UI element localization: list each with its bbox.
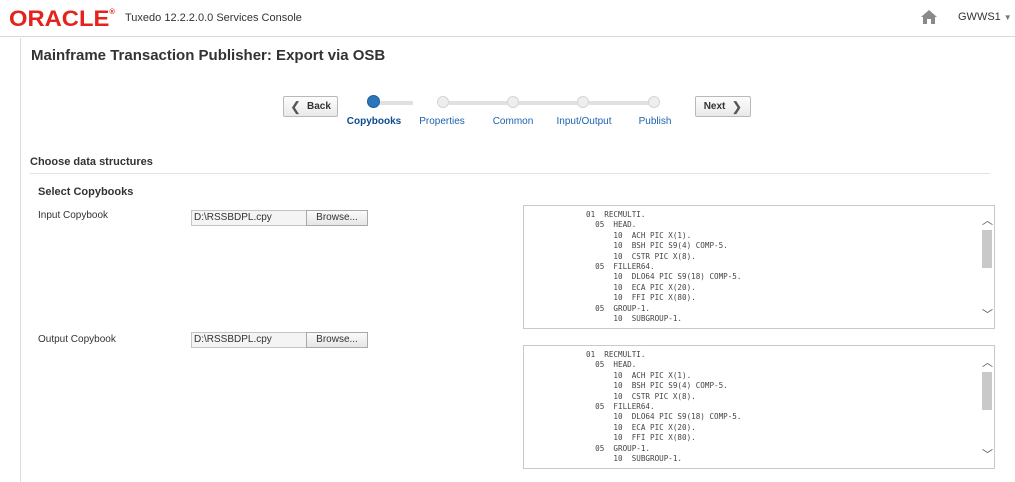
code-line: 10 SUBGROUP-1.: [586, 454, 683, 464]
back-button-label: Back: [307, 101, 331, 112]
train-connector: [449, 101, 511, 105]
code-line: 05 FILLER64.: [586, 262, 655, 272]
code-line: 10 SUBGROUP-1.: [586, 314, 683, 324]
scroll-up-icon[interactable]: ︿: [982, 354, 993, 370]
code-line: 10 DLO64 PIC S9(18) COMP-5.: [586, 412, 742, 422]
section-divider: [30, 173, 990, 174]
section-title: Choose data structures: [30, 156, 153, 168]
output-copybook-browse-button[interactable]: Browse...: [306, 332, 368, 348]
chevron-right-icon: ❯: [731, 99, 743, 114]
code-line: 05 GROUP-1.: [586, 303, 651, 313]
code-line: 10 CSTR PIC X(8).: [586, 251, 696, 261]
train-stop-input-output[interactable]: [577, 96, 589, 108]
code-line: 10 DLO64 PIC S9(18) COMP-5.: [586, 272, 742, 282]
input-copybook-browse-button[interactable]: Browse...: [306, 210, 368, 226]
code-line: 10 BSH PIC S9(4) COMP-5.: [586, 241, 728, 251]
train-stop-copybooks[interactable]: [367, 95, 380, 108]
train-stop-properties[interactable]: [437, 96, 449, 108]
train-connector: [589, 101, 654, 105]
scrollbar[interactable]: ︿ ﹀: [980, 346, 994, 468]
train-connector: [379, 101, 413, 105]
oracle-logo: ORACLE®: [9, 6, 115, 32]
next-button-label: Next: [703, 101, 726, 112]
code-line: 01 RECMULTI.: [586, 350, 646, 359]
train-label-publish[interactable]: Publish: [639, 116, 672, 127]
code-line: 10 ACH PIC X(1).: [586, 230, 692, 240]
output-copybook-file-field[interactable]: D:\RSSBDPL.cpy: [191, 332, 307, 348]
train-stop-publish[interactable]: [648, 96, 660, 108]
code-line: 10 ECA PIC X(20).: [586, 422, 696, 432]
chevron-down-icon: ▼: [1003, 13, 1012, 22]
code-line: 10 BSH PIC S9(4) COMP-5.: [586, 381, 728, 391]
scroll-down-icon[interactable]: ﹀: [982, 446, 993, 462]
scroll-down-icon[interactable]: ﹀: [982, 306, 993, 322]
user-menu[interactable]: GWWS1 ▼: [958, 11, 1012, 23]
input-copybook-text: 01 RECMULTI. 05 HEAD. 10 ACH PIC X(1). 1…: [586, 210, 741, 324]
back-button[interactable]: ❮ Back: [283, 96, 338, 117]
code-line: 05 HEAD.: [586, 220, 637, 230]
scroll-thumb[interactable]: [982, 230, 992, 268]
output-copybook-label: Output Copybook: [38, 334, 116, 345]
code-line: 05 HEAD.: [586, 360, 637, 370]
input-copybook-label: Input Copybook: [38, 210, 109, 221]
subsection-title: Select Copybooks: [38, 186, 134, 198]
code-line: 05 FILLER64.: [586, 402, 655, 412]
input-copybook-preview[interactable]: 01 RECMULTI. 05 HEAD. 10 ACH PIC X(1). 1…: [523, 205, 995, 329]
scroll-up-icon[interactable]: ︿: [982, 212, 993, 228]
train-connector: [517, 101, 583, 105]
logo-text: ORACLE: [9, 6, 110, 31]
page-title: Mainframe Transaction Publisher: Export …: [31, 47, 386, 64]
chevron-left-icon: ❮: [290, 99, 301, 114]
train-label-copybooks[interactable]: Copybooks: [347, 116, 401, 127]
next-button[interactable]: Next ❯: [695, 96, 751, 117]
code-line: 10 CSTR PIC X(8).: [586, 391, 696, 401]
scrollbar[interactable]: ︿ ﹀: [980, 206, 994, 328]
train-label-input-output[interactable]: Input/Output: [556, 116, 611, 127]
code-line: 10 FFI PIC X(80).: [586, 433, 696, 443]
output-copybook-text: 01 RECMULTI. 05 HEAD. 10 ACH PIC X(1). 1…: [586, 350, 741, 464]
train-label-common[interactable]: Common: [493, 116, 534, 127]
code-line: 05 GROUP-1.: [586, 443, 651, 453]
registered-mark: ®: [109, 9, 115, 16]
output-copybook-preview[interactable]: 01 RECMULTI. 05 HEAD. 10 ACH PIC X(1). 1…: [523, 345, 995, 469]
scroll-thumb[interactable]: [982, 372, 992, 410]
train-label-properties[interactable]: Properties: [419, 116, 465, 127]
input-copybook-file-field[interactable]: D:\RSSBDPL.cpy: [191, 210, 307, 226]
code-line: 10 FFI PIC X(80).: [586, 293, 696, 303]
code-line: 10 ECA PIC X(20).: [586, 282, 696, 292]
home-icon[interactable]: [920, 9, 938, 25]
user-name: GWWS1: [958, 11, 1001, 23]
code-line: 01 RECMULTI.: [586, 210, 646, 219]
app-title: Tuxedo 12.2.2.0.0 Services Console: [125, 12, 302, 24]
code-line: 10 ACH PIC X(1).: [586, 370, 692, 380]
top-bar: ORACLE® Tuxedo 12.2.2.0.0 Services Conso…: [0, 0, 1015, 37]
train-stop-common[interactable]: [507, 96, 519, 108]
